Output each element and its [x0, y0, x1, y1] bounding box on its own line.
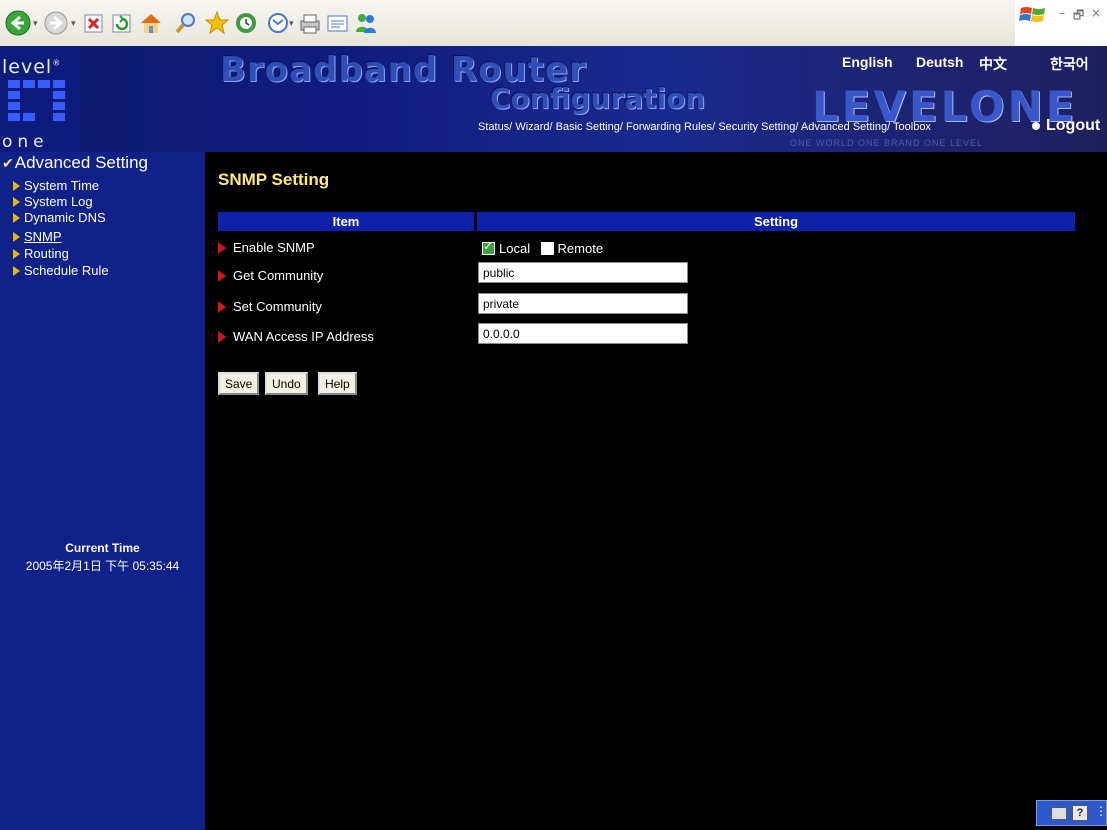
sidebar-item-label: SNMP	[24, 229, 62, 244]
windows-logo-icon	[1019, 4, 1047, 26]
sidebar-item-label: Schedule Rule	[24, 263, 109, 278]
enable-snmp-label: Enable SNMP	[218, 240, 315, 255]
sidebar-item-label: Routing	[24, 246, 69, 261]
print-icon[interactable]	[296, 9, 324, 37]
logout-link[interactable]: Logout	[1032, 117, 1100, 135]
nav-security-setting[interactable]: Security Setting/	[718, 121, 798, 133]
sidebar-title-text: Advanced Setting	[14, 153, 148, 172]
home-icon[interactable]	[137, 9, 165, 37]
sidebar-title: ✔Advanced Setting	[2, 153, 148, 173]
wan-access-ip-label: WAN Access IP Address	[218, 329, 374, 344]
enable-snmp-options: Local Remote	[482, 239, 609, 258]
help-icon[interactable]: ?	[1072, 805, 1088, 821]
lang-english[interactable]: English	[842, 54, 893, 70]
forward-icon[interactable]	[42, 9, 70, 37]
language-selector: English Deutsh 中文 한국어	[0, 54, 1107, 74]
logout-bullet-icon	[1032, 121, 1040, 130]
header-item: Item	[218, 212, 474, 231]
nav-basic-setting[interactable]: Basic Setting/	[556, 121, 623, 133]
sidebar-item-dynamic-dns[interactable]: Dynamic DNS	[13, 210, 106, 225]
restore-button[interactable]: 🗗	[1073, 6, 1084, 27]
remote-checkbox-label: Remote	[557, 241, 604, 256]
set-community-label-text: Set Community	[233, 299, 322, 314]
row-arrow-icon	[218, 301, 226, 313]
bullet-arrow-icon	[13, 213, 20, 223]
options-icon[interactable]: ⋮	[1095, 804, 1107, 818]
page-title: SNMP Setting	[218, 170, 330, 189]
keyboard-icon[interactable]	[1051, 807, 1067, 820]
search-icon[interactable]	[172, 9, 200, 37]
sidebar-item-label: System Time	[24, 178, 100, 193]
minimize-button[interactable]: –	[1059, 6, 1065, 20]
edit-icon[interactable]	[324, 9, 352, 37]
logo-grid-icon	[8, 80, 68, 130]
set-community-input[interactable]	[478, 293, 688, 314]
sidebar: ✔Advanced Setting System Time System Log…	[0, 152, 205, 830]
brand-tagline: ONE WORLD ONE BRAND ONE LEVEL	[790, 138, 984, 148]
back-icon[interactable]	[4, 9, 32, 37]
back-dropdown-icon[interactable]: ▾	[33, 19, 41, 29]
bullet-arrow-icon	[13, 232, 20, 242]
bullet-arrow-icon	[13, 266, 20, 276]
language-bar[interactable]: ? ⋮	[1036, 800, 1107, 826]
get-community-label: Get Community	[218, 268, 323, 283]
browser-toolbar: ▾ ▾ ▾ – 🗗 ×	[0, 0, 1107, 47]
logout-label: Logout	[1046, 117, 1101, 134]
sidebar-item-system-time[interactable]: System Time	[13, 178, 100, 193]
lang-chinese[interactable]: 中文	[979, 54, 1007, 74]
local-checkbox[interactable]	[482, 239, 495, 255]
top-nav: Status/ Wizard/ Basic Setting/ Forwardin…	[478, 121, 931, 133]
row-arrow-icon	[218, 270, 226, 282]
remote-checkbox[interactable]	[540, 242, 554, 255]
refresh-icon[interactable]	[108, 9, 136, 37]
help-button[interactable]: Help	[318, 372, 357, 395]
lang-korean[interactable]: 한국어	[1050, 54, 1089, 74]
stop-icon[interactable]	[80, 9, 108, 37]
current-time-label: Current Time	[65, 541, 140, 555]
router-banner: level® one Broadband Router Configuratio…	[0, 46, 1107, 152]
nav-forwarding-rules[interactable]: Forwarding Rules/	[626, 121, 715, 133]
sidebar-item-snmp[interactable]: SNMP	[13, 229, 62, 244]
history-icon[interactable]	[232, 9, 260, 37]
local-checkbox-label: Local	[499, 241, 531, 256]
sidebar-item-routing[interactable]: Routing	[13, 246, 69, 261]
sidebar-item-label: Dynamic DNS	[24, 210, 106, 225]
banner-subtitle: Configuration	[490, 82, 706, 115]
wan-access-ip-input[interactable]	[478, 323, 688, 344]
messenger-icon[interactable]	[352, 9, 380, 37]
nav-toolbox[interactable]: Toolbox	[893, 121, 931, 133]
undo-button[interactable]: Undo	[265, 372, 308, 395]
nav-advanced-setting[interactable]: Advanced Setting/	[801, 121, 890, 133]
forward-dropdown-icon[interactable]: ▾	[71, 19, 79, 29]
close-button[interactable]: ×	[1091, 6, 1101, 20]
get-community-label-text: Get Community	[233, 268, 324, 283]
nav-wizard[interactable]: Wizard/	[515, 121, 552, 133]
enable-snmp-label-text: Enable SNMP	[233, 240, 315, 255]
set-community-label: Set Community	[218, 299, 322, 314]
logo-bottom-text: one	[2, 132, 49, 152]
check-icon: ✔	[2, 155, 14, 171]
lang-deutsh[interactable]: Deutsh	[916, 54, 963, 70]
bullet-arrow-icon	[13, 249, 20, 259]
bullet-arrow-icon	[13, 181, 20, 191]
nav-status[interactable]: Status/	[478, 121, 512, 133]
wan-access-ip-label-text: WAN Access IP Address	[233, 329, 374, 344]
favorites-icon[interactable]	[203, 9, 231, 37]
current-time-value: 2005年2月1日 下午 05:35:44	[25, 559, 180, 573]
sidebar-item-label: System Log	[24, 194, 93, 209]
sidebar-item-schedule-rule[interactable]: Schedule Rule	[13, 263, 109, 278]
get-community-input[interactable]	[478, 262, 688, 283]
save-button[interactable]: Save	[218, 372, 260, 395]
row-arrow-icon	[218, 331, 226, 343]
window-controls: – 🗗 ×	[1015, 0, 1107, 46]
row-arrow-icon	[218, 242, 226, 254]
bullet-arrow-icon	[13, 197, 20, 207]
header-setting: Setting	[477, 212, 1075, 231]
sidebar-item-system-log[interactable]: System Log	[13, 194, 93, 209]
